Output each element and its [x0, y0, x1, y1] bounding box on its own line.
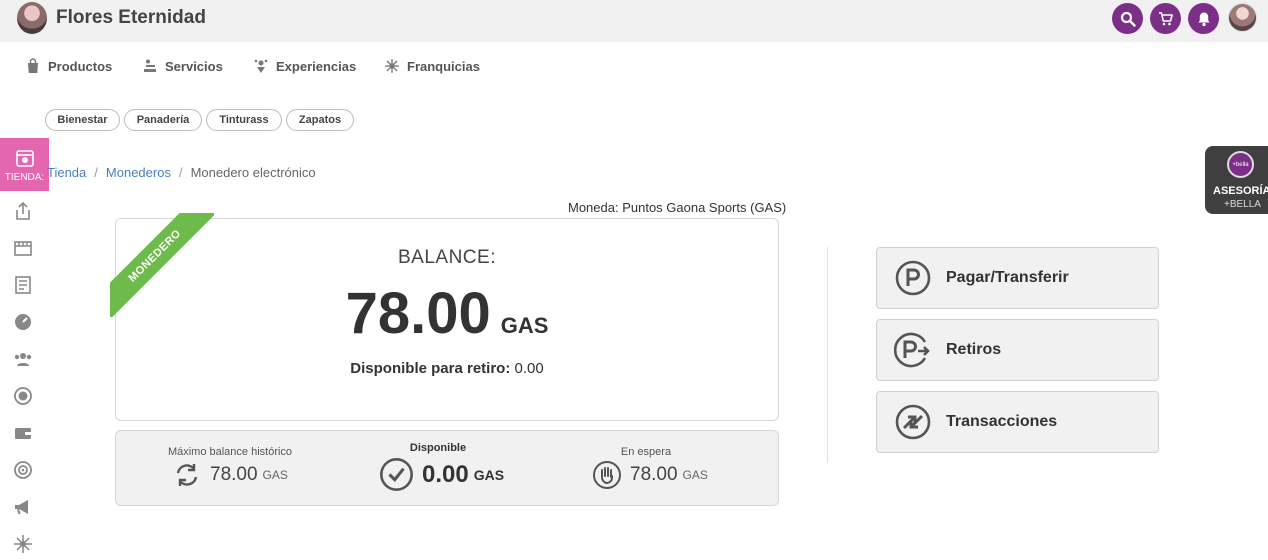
sidebar-item-share[interactable]: [13, 201, 33, 221]
hand-stop-icon: [593, 461, 621, 489]
nav-experiencias[interactable]: Experiencias: [253, 57, 356, 75]
max-balance: 78.00 GAS: [172, 460, 288, 490]
breadcrumb-monederos[interactable]: Monederos: [106, 165, 171, 180]
available-title: Disponible: [409, 442, 467, 454]
target-icon: [14, 461, 32, 479]
pay-transfer-label: Pagar/Transferir: [946, 269, 1069, 286]
transactions-icon: [895, 404, 931, 440]
bag-icon: [28, 58, 38, 73]
nav-servicios[interactable]: Servicios: [142, 57, 223, 75]
breadcrumb-separator: /: [94, 165, 98, 180]
share-icon: [16, 201, 30, 220]
chip-panaderia[interactable]: Panadería: [124, 109, 202, 131]
sidebar-item-tienda[interactable]: TIENDA:: [0, 138, 49, 191]
available-value: 0.00: [422, 460, 469, 488]
vertical-divider: [827, 247, 828, 463]
advisor-subtitle: +BELLA: [1224, 199, 1261, 210]
nav-productos[interactable]: Productos: [25, 57, 112, 75]
bell-icon: [1197, 12, 1210, 26]
notifications-button[interactable]: [1188, 3, 1219, 34]
on-hold-balance: 78.00 GAS: [592, 460, 708, 490]
nav-label: Franquicias: [407, 58, 480, 74]
store-name[interactable]: Flores Eternidad: [56, 7, 206, 29]
megaphone-icon: [15, 500, 28, 515]
on-hold-unit: GAS: [682, 468, 708, 482]
chip-bienestar[interactable]: Bienestar: [45, 109, 120, 131]
wallet-icon: [15, 428, 31, 439]
cart-icon: [1158, 11, 1173, 25]
parking-coin-icon: [895, 260, 931, 296]
withdraw-button[interactable]: Retiros: [876, 319, 1159, 381]
chip-tinturass[interactable]: Tinturass: [206, 109, 282, 131]
sidebar-item-network[interactable]: [13, 534, 33, 554]
sidebar-item-dashboard[interactable]: [13, 312, 33, 332]
check-circle-icon: [380, 458, 413, 491]
withdraw-label: Retiros: [946, 341, 1002, 358]
balance-currency: GAS: [500, 313, 549, 338]
user-avatar[interactable]: [1228, 3, 1257, 32]
advisor-title: ASESORÍA:: [1213, 185, 1268, 197]
max-balance-title: Máximo balance histórico: [167, 446, 293, 458]
nav-franquicias[interactable]: Franquicias: [384, 57, 480, 75]
report-icon: [15, 276, 31, 294]
sidebar-item-report[interactable]: [13, 275, 33, 295]
network-icon: [14, 535, 32, 553]
store-icon: [15, 149, 34, 167]
transactions-label: Transacciones: [946, 413, 1058, 430]
nav-label: Experiencias: [276, 58, 357, 74]
max-balance-value: 78.00: [210, 464, 258, 485]
advisor-widget[interactable]: +bella ASESORÍA: +BELLA: [1205, 146, 1268, 214]
breadcrumb: Tienda / Monederos / Monedero electrónic…: [47, 165, 316, 180]
search-icon: [1120, 11, 1136, 27]
nav-label: Servicios: [165, 58, 223, 74]
balance-label: BALANCE:: [398, 247, 496, 268]
dashboard-icon: [15, 314, 31, 330]
team-icon: [14, 353, 32, 366]
balance-amount: 78.00 GAS: [115, 280, 779, 347]
available-unit: GAS: [473, 466, 505, 483]
transactions-button[interactable]: Transacciones: [876, 391, 1159, 453]
sidebar-item-target[interactable]: [13, 460, 33, 480]
on-hold-value: 78.00: [630, 464, 678, 485]
pay-transfer-button[interactable]: Pagar/Transferir: [876, 247, 1159, 309]
advisor-badge: +bella: [1227, 151, 1254, 178]
withdraw-icon: [894, 332, 930, 368]
sidebar-item-wallet[interactable]: [13, 423, 33, 443]
experience-icon: [254, 59, 268, 73]
available-withdrawal: Disponible para retiro: 0.00: [115, 360, 779, 377]
breadcrumb-current: Monedero electrónico: [190, 165, 316, 180]
on-hold-title: En espera: [620, 446, 672, 458]
network-icon: [385, 59, 399, 73]
sidebar-item-marketing[interactable]: [13, 497, 33, 517]
chip-zapatos[interactable]: Zapatos: [286, 109, 354, 131]
sidebar-item-coin[interactable]: [13, 386, 33, 406]
store-icon: [14, 241, 32, 256]
coin-icon: [14, 387, 32, 405]
available-withdrawal-label: Disponible para retiro:: [350, 360, 511, 377]
services-icon: [144, 59, 156, 72]
nav-label: Productos: [48, 58, 113, 74]
stats-card: Máximo balance histórico 78.00 GAS Dispo…: [115, 430, 779, 506]
currency-label: Moneda: Puntos Gaona Sports (GAS): [568, 200, 787, 215]
available-withdrawal-value: 0.00: [514, 360, 544, 377]
store-logo[interactable]: [17, 2, 47, 34]
sidebar-active-label: TIENDA:: [4, 171, 45, 183]
available-balance: 0.00 GAS: [379, 457, 504, 492]
breadcrumb-separator: /: [178, 165, 183, 180]
top-bar: Flores Eternidad: [0, 0, 1268, 42]
sidebar-item-store[interactable]: [13, 238, 33, 258]
breadcrumb-tienda[interactable]: Tienda: [47, 165, 86, 180]
sidebar-item-team[interactable]: [13, 349, 33, 369]
refresh-icon: [176, 464, 198, 486]
balance-value: 78.00: [345, 281, 491, 346]
max-balance-unit: GAS: [262, 468, 288, 482]
cart-button[interactable]: [1150, 3, 1181, 34]
search-button[interactable]: [1112, 3, 1143, 34]
